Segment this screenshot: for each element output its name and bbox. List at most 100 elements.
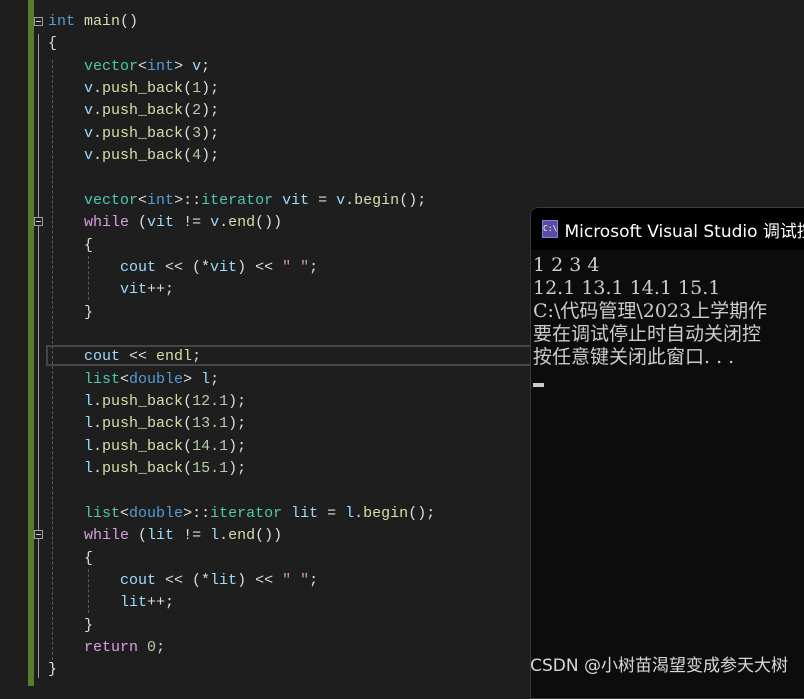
code-token: ( bbox=[183, 415, 193, 433]
code-token: lit bbox=[291, 504, 319, 522]
code-token: } bbox=[48, 661, 58, 679]
code-token: ( bbox=[129, 214, 148, 232]
fold-line bbox=[38, 34, 39, 678]
code-token: push_back bbox=[102, 147, 184, 165]
code-token: 12.1 bbox=[192, 393, 229, 411]
code-token: ; bbox=[309, 571, 319, 589]
console-app-icon: C:\ bbox=[542, 220, 559, 238]
code-token: v bbox=[84, 80, 94, 98]
code-line[interactable]: v.push_back(2); bbox=[48, 100, 804, 122]
code-token: end bbox=[228, 214, 256, 232]
code-token: 4 bbox=[192, 147, 202, 165]
editor-gutter bbox=[0, 0, 28, 686]
code-token: ); bbox=[201, 102, 220, 120]
code-line[interactable]: v.push_back(1); bbox=[48, 78, 804, 100]
code-token: ( bbox=[129, 527, 148, 545]
code-token: ( bbox=[183, 80, 193, 98]
code-token: int bbox=[48, 13, 76, 30]
code-token: list bbox=[84, 370, 121, 388]
code-token: { bbox=[48, 236, 94, 254]
code-token: cout bbox=[120, 258, 157, 276]
code-token: v bbox=[84, 147, 94, 165]
console-line: C:\代码管理\2023上学期作 bbox=[533, 300, 768, 322]
code-token: l bbox=[345, 504, 355, 522]
code-token: vit bbox=[147, 214, 175, 232]
code-token: . bbox=[93, 124, 103, 142]
code-token: cout bbox=[84, 348, 121, 366]
console-title-bar[interactable]: C:\ Microsoft Visual Studio 调试控制台 bbox=[531, 208, 804, 250]
code-line[interactable]: v.push_back(3); bbox=[48, 123, 804, 145]
code-token: vector bbox=[84, 191, 139, 209]
code-token: vit bbox=[210, 258, 238, 276]
code-token: 2 bbox=[192, 102, 202, 120]
code-token: push_back bbox=[102, 437, 184, 455]
watermark: CSDN @小树苗渴望变成参天大树 bbox=[530, 656, 788, 676]
code-token: ; bbox=[192, 348, 202, 366]
code-token: ); bbox=[228, 437, 247, 455]
code-token: 0 bbox=[147, 639, 157, 657]
code-token: != bbox=[174, 527, 211, 545]
fold-toggle-main[interactable] bbox=[34, 17, 43, 26]
code-token: ()) bbox=[255, 527, 283, 545]
code-token: > bbox=[174, 57, 193, 75]
code-token: ); bbox=[228, 393, 247, 411]
code-token: ( bbox=[183, 124, 193, 142]
code-token: ) << bbox=[237, 258, 283, 276]
code-token: . bbox=[93, 102, 103, 120]
code-token: push_back bbox=[102, 80, 184, 98]
code-token: ; bbox=[309, 258, 319, 276]
code-token: l bbox=[84, 415, 94, 433]
code-token: . bbox=[219, 214, 229, 232]
code-line[interactable] bbox=[48, 168, 804, 190]
code-token: . bbox=[354, 504, 364, 522]
code-token: int bbox=[147, 191, 175, 209]
code-line[interactable]: v.push_back(4); bbox=[48, 145, 804, 167]
code-token: 1 bbox=[192, 80, 202, 98]
code-token: while bbox=[84, 527, 130, 545]
code-line[interactable]: int main() bbox=[48, 11, 804, 33]
code-token: } bbox=[48, 616, 94, 634]
console-line: 12.1 13.1 14.1 15.1 bbox=[533, 277, 721, 299]
code-token: ) << bbox=[237, 571, 283, 589]
code-token: list bbox=[84, 504, 121, 522]
code-token: < bbox=[120, 504, 130, 522]
code-token: begin bbox=[363, 504, 409, 522]
code-token: ; bbox=[156, 639, 166, 657]
code-token: endl bbox=[156, 348, 193, 366]
code-token: l bbox=[201, 370, 211, 388]
code-line[interactable]: vector<int> v; bbox=[48, 56, 804, 78]
code-token: v bbox=[84, 102, 94, 120]
debug-console-window[interactable]: C:\ Microsoft Visual Studio 调试控制台 1 2 3 … bbox=[530, 207, 804, 699]
code-token: iterator bbox=[201, 191, 274, 209]
code-token: " " bbox=[282, 571, 310, 589]
code-token: << (* bbox=[156, 258, 211, 276]
code-token: v bbox=[84, 124, 94, 142]
code-token: l bbox=[84, 460, 94, 478]
fold-toggle-while-1[interactable] bbox=[34, 217, 43, 226]
fold-toggle-while-2[interactable] bbox=[34, 530, 43, 539]
code-token: ++; bbox=[147, 594, 175, 612]
code-token: ); bbox=[201, 124, 220, 142]
code-token: < bbox=[138, 191, 148, 209]
code-line[interactable]: { bbox=[48, 33, 804, 55]
code-token: { bbox=[48, 549, 94, 567]
code-token: l bbox=[84, 437, 94, 455]
code-token: ()) bbox=[255, 214, 283, 232]
